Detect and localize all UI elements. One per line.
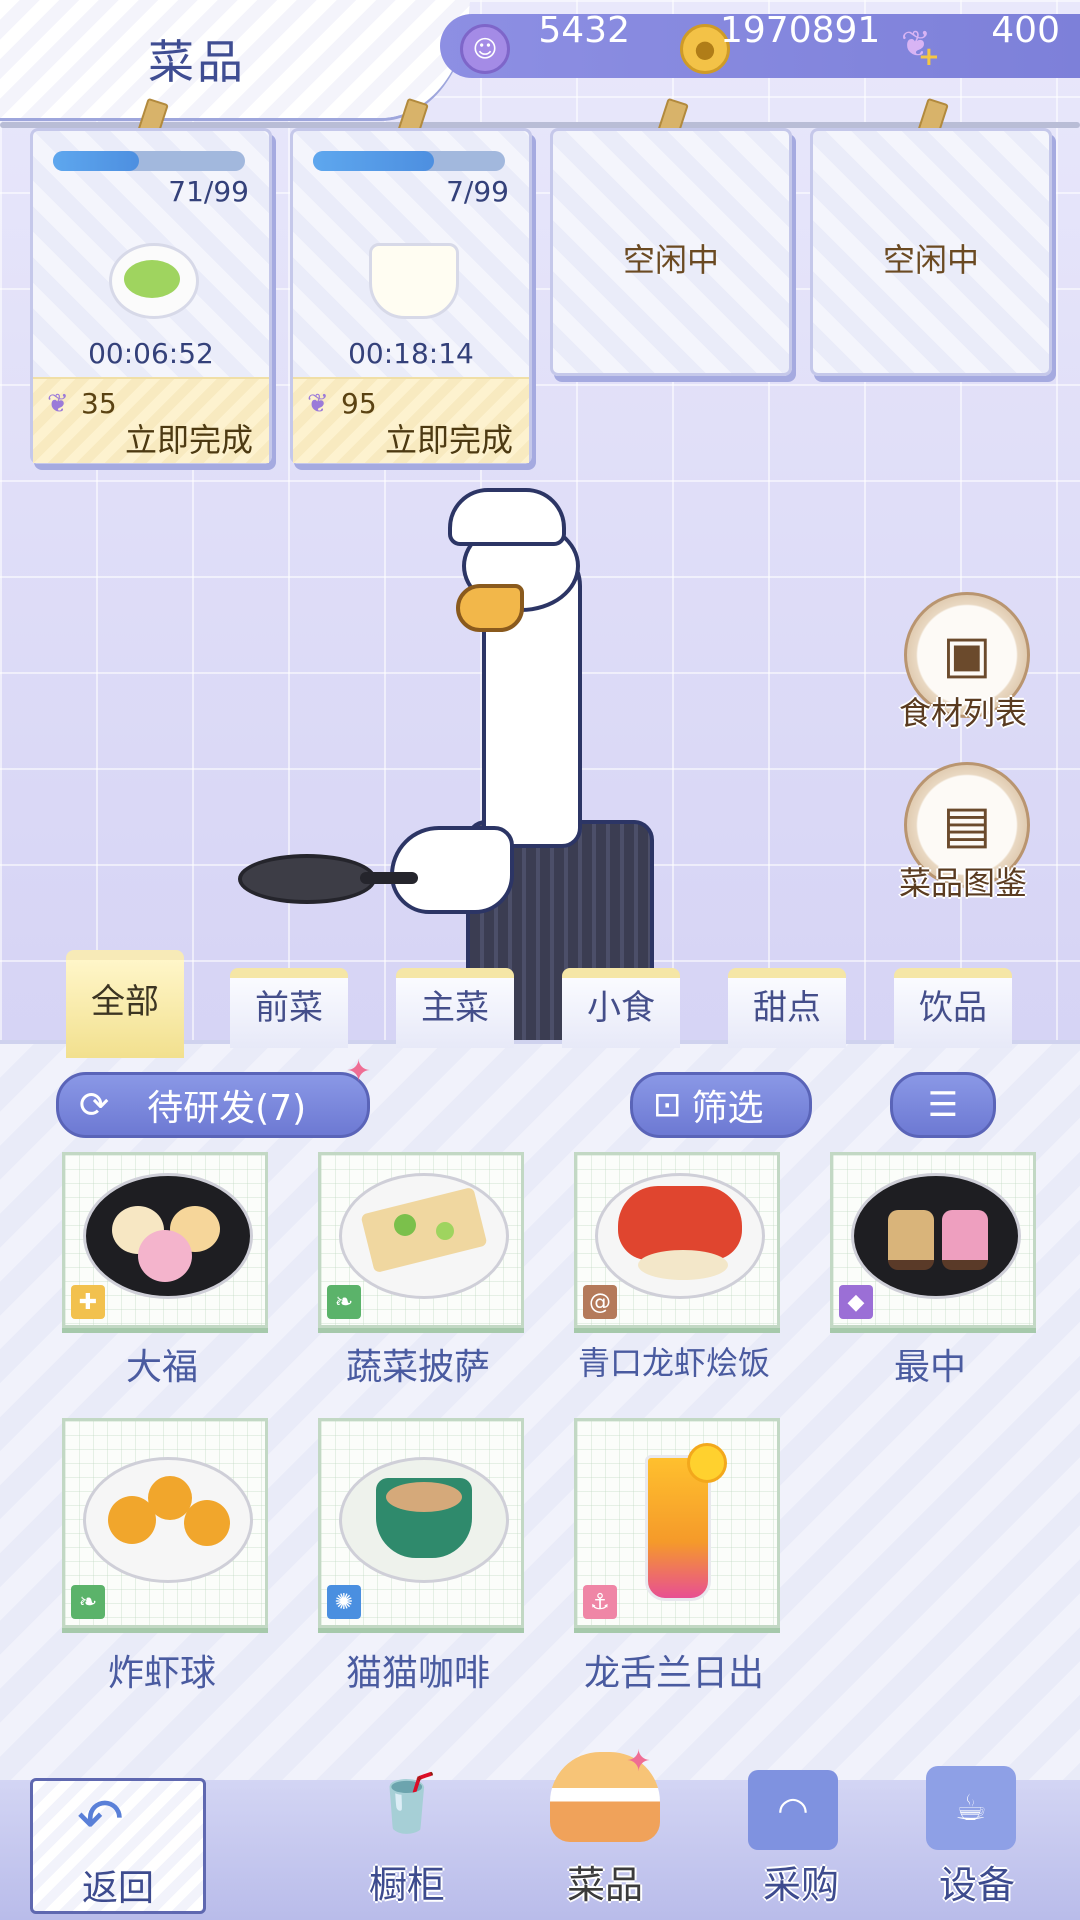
dish-card[interactable]: ◆ — [830, 1152, 1036, 1328]
nav-equipment[interactable]: 设备 — [902, 1854, 1052, 1909]
back-arrow-icon: ↶ — [77, 1787, 124, 1852]
drinks-icon[interactable]: 🥤 — [352, 1758, 462, 1848]
progress-fill — [53, 151, 140, 171]
pending-research-button[interactable]: ⟳ 待研发(7) — [56, 1072, 370, 1138]
goose-wing — [390, 826, 514, 914]
sort-button[interactable]: ☰ — [890, 1072, 996, 1138]
order-timer: 00:18:14 — [348, 337, 474, 370]
dish-card[interactable]: ❧ — [318, 1152, 524, 1328]
filter-icon: ⊡ — [653, 1085, 682, 1125]
sort-icon: ☰ — [927, 1085, 959, 1125]
tab-dessert[interactable]: 甜点 — [728, 968, 846, 1048]
nav-purchase[interactable]: 采购 — [726, 1854, 876, 1909]
lemon-slice-icon — [687, 1443, 727, 1483]
dish-card[interactable]: ✚ — [62, 1152, 268, 1328]
gold-coin-value: 1970891 — [720, 10, 881, 51]
dish-card[interactable]: ✺ — [318, 1418, 524, 1628]
progress-bar — [313, 151, 505, 171]
dish-name: 龙舌兰日出 — [583, 1653, 764, 1694]
order-card-2[interactable]: 7/99 00:18:14 ❦ 95 立即完成 — [290, 128, 532, 464]
instant-cost: 35 — [81, 387, 117, 420]
purple-coin-value: 5432 — [538, 10, 630, 51]
tab-drink[interactable]: 饮品 — [894, 968, 1012, 1048]
progress-text: 7/99 — [446, 175, 509, 208]
instant-complete-label: 立即完成 — [124, 421, 253, 459]
diamond-icon: ◆ — [839, 1285, 873, 1319]
tab-all[interactable]: 全部 — [66, 950, 184, 1058]
recipe-book-label: 菜品图鉴 — [898, 864, 1027, 902]
milk-cup-icon — [369, 243, 459, 319]
monaka-art — [851, 1173, 1021, 1299]
lobster-risotto-art — [595, 1173, 765, 1299]
daifuku-art — [83, 1173, 253, 1299]
dish-name: 青口龙虾烩饭 — [577, 1344, 770, 1382]
ingredient-list-label: 食材列表 — [898, 694, 1027, 732]
dish-name: 蔬菜披萨 — [345, 1347, 490, 1388]
frying-pan-icon — [238, 854, 376, 904]
dish-card[interactable]: ❧ — [62, 1418, 268, 1628]
back-label: 返回 — [81, 1868, 154, 1909]
purple-coin-icon: ☺ — [460, 24, 510, 74]
idle-status: 空闲中 — [882, 241, 979, 279]
dish-name: 炸虾球 — [107, 1653, 216, 1694]
crystal-value: 400 — [991, 10, 1060, 51]
order-card-1[interactable]: 71/99 00:06:52 ❦ 35 立即完成 — [30, 128, 272, 464]
page-title: 菜品 — [148, 35, 246, 89]
instant-cost: 95 — [341, 387, 377, 420]
shopping-bag-icon[interactable]: ◠ — [748, 1770, 838, 1850]
dish-name: 猫猫咖啡 — [345, 1653, 490, 1694]
dish-name: 大福 — [125, 1347, 198, 1388]
tab-main[interactable]: 主菜 — [396, 968, 514, 1048]
leaf-icon: ❧ — [71, 1585, 105, 1619]
shell-icon: @ — [583, 1285, 617, 1319]
crystal-icon: ❦ — [307, 389, 329, 419]
bulb-icon: ✺ — [327, 1585, 361, 1619]
pending-research-label: 待研发(7) — [147, 1088, 307, 1129]
filter-label: 筛选 — [691, 1088, 764, 1129]
nav-cabinet[interactable]: 橱柜 — [332, 1854, 482, 1909]
box-icon: ▣ — [942, 625, 992, 685]
order-card-4[interactable]: 空闲中 — [810, 128, 1052, 376]
tab-appetizer[interactable]: 前菜 — [230, 968, 348, 1048]
dish-card[interactable]: @ — [574, 1152, 780, 1328]
new-star-icon: ✦ — [346, 1054, 372, 1089]
nav-dishes[interactable]: 菜品 — [530, 1854, 680, 1909]
anchor-icon: ⚓ — [583, 1585, 617, 1619]
idle-status: 空闲中 — [622, 241, 719, 279]
pizza-art — [339, 1173, 509, 1299]
progress-bar — [53, 151, 245, 171]
instant-complete-button[interactable]: ❦ 95 立即完成 — [293, 377, 529, 463]
progress-text: 71/99 — [168, 175, 249, 208]
chef-hat-icon — [448, 488, 566, 546]
order-card-3[interactable]: 空闲中 — [550, 128, 792, 376]
goose-beak — [456, 584, 524, 632]
shrimp-ball-art — [83, 1457, 253, 1583]
dish-card[interactable]: ⚓ — [574, 1418, 780, 1628]
plus-icon[interactable]: + — [918, 42, 940, 72]
puzzle-icon: ✚ — [71, 1285, 105, 1319]
recipe-book-icon: ▤ — [942, 795, 992, 855]
refresh-icon: ⟳ — [79, 1084, 110, 1126]
pan-handle — [360, 872, 418, 884]
instant-complete-button[interactable]: ❦ 35 立即完成 — [33, 377, 269, 463]
back-button[interactable]: ↶ 返回 — [30, 1778, 206, 1914]
new-star-icon: ✦ — [626, 1744, 652, 1779]
instant-complete-label: 立即完成 — [384, 421, 513, 459]
green-soup-icon — [109, 243, 199, 319]
leaf-icon: ❧ — [327, 1285, 361, 1319]
progress-fill — [313, 151, 434, 171]
tab-snack[interactable]: 小食 — [562, 968, 680, 1048]
dish-name: 最中 — [893, 1347, 966, 1388]
cat-coffee-art — [339, 1457, 509, 1583]
crystal-icon: ❦ — [47, 389, 69, 419]
order-timer: 00:06:52 — [88, 337, 214, 370]
filter-button[interactable]: ⊡ 筛选 — [630, 1072, 812, 1138]
coffee-machine-icon[interactable]: ☕ — [926, 1766, 1016, 1850]
